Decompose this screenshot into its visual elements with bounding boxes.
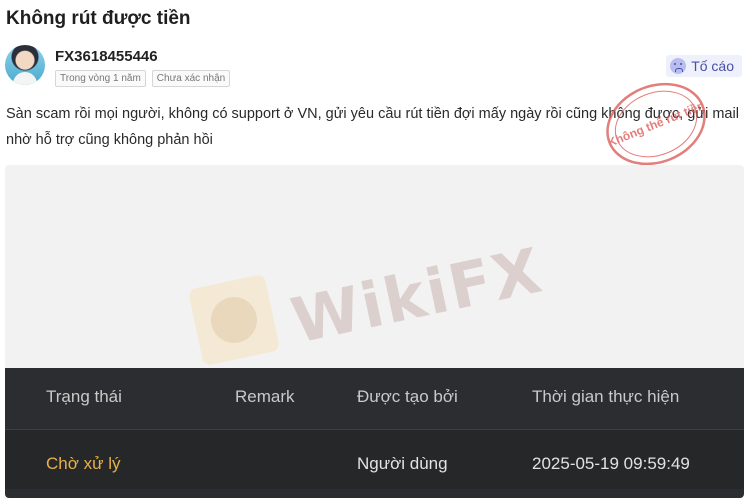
watermark-text: WikiFX <box>285 233 550 358</box>
post-title: Không rút được tiền <box>6 8 191 29</box>
tag-duration: Trong vòng 1 năm <box>55 70 146 87</box>
username[interactable]: FX3618455446 <box>55 48 158 65</box>
user-tags: Trong vòng 1 năm Chưa xác nhận <box>55 70 231 87</box>
header-remark: Remark <box>235 387 295 406</box>
table-header-row: Trạng thái Remark Được tạo bởi Thời gian… <box>5 368 744 428</box>
header-status: Trạng thái <box>46 387 122 406</box>
header-created-by: Được tạo bởi <box>357 387 458 406</box>
attachment-screenshot[interactable]: WikiFX Trạng thái Remark Được tạo bởi Th… <box>5 165 744 498</box>
cell-created-by: Người dùng <box>357 454 448 473</box>
sad-face-icon <box>670 58 687 74</box>
cell-status: Chờ xử lý <box>46 454 121 473</box>
avatar[interactable] <box>5 45 45 85</box>
table-row: Chờ xử lý Người dùng 2025-05-19 09:59:49 <box>5 429 744 489</box>
report-button[interactable]: Tố cáo <box>666 55 742 77</box>
report-label: Tố cáo <box>691 58 734 74</box>
post-body: Sàn scam rồi mọi người, không có support… <box>6 106 739 148</box>
cell-time: 2025-05-19 09:59:49 <box>532 454 690 473</box>
header-time: Thời gian thực hiện <box>532 387 680 406</box>
status-table: Trạng thái Remark Được tạo bởi Thời gian… <box>5 368 744 498</box>
wikifx-logo-icon <box>187 273 281 367</box>
tag-verification: Chưa xác nhận <box>151 70 231 87</box>
